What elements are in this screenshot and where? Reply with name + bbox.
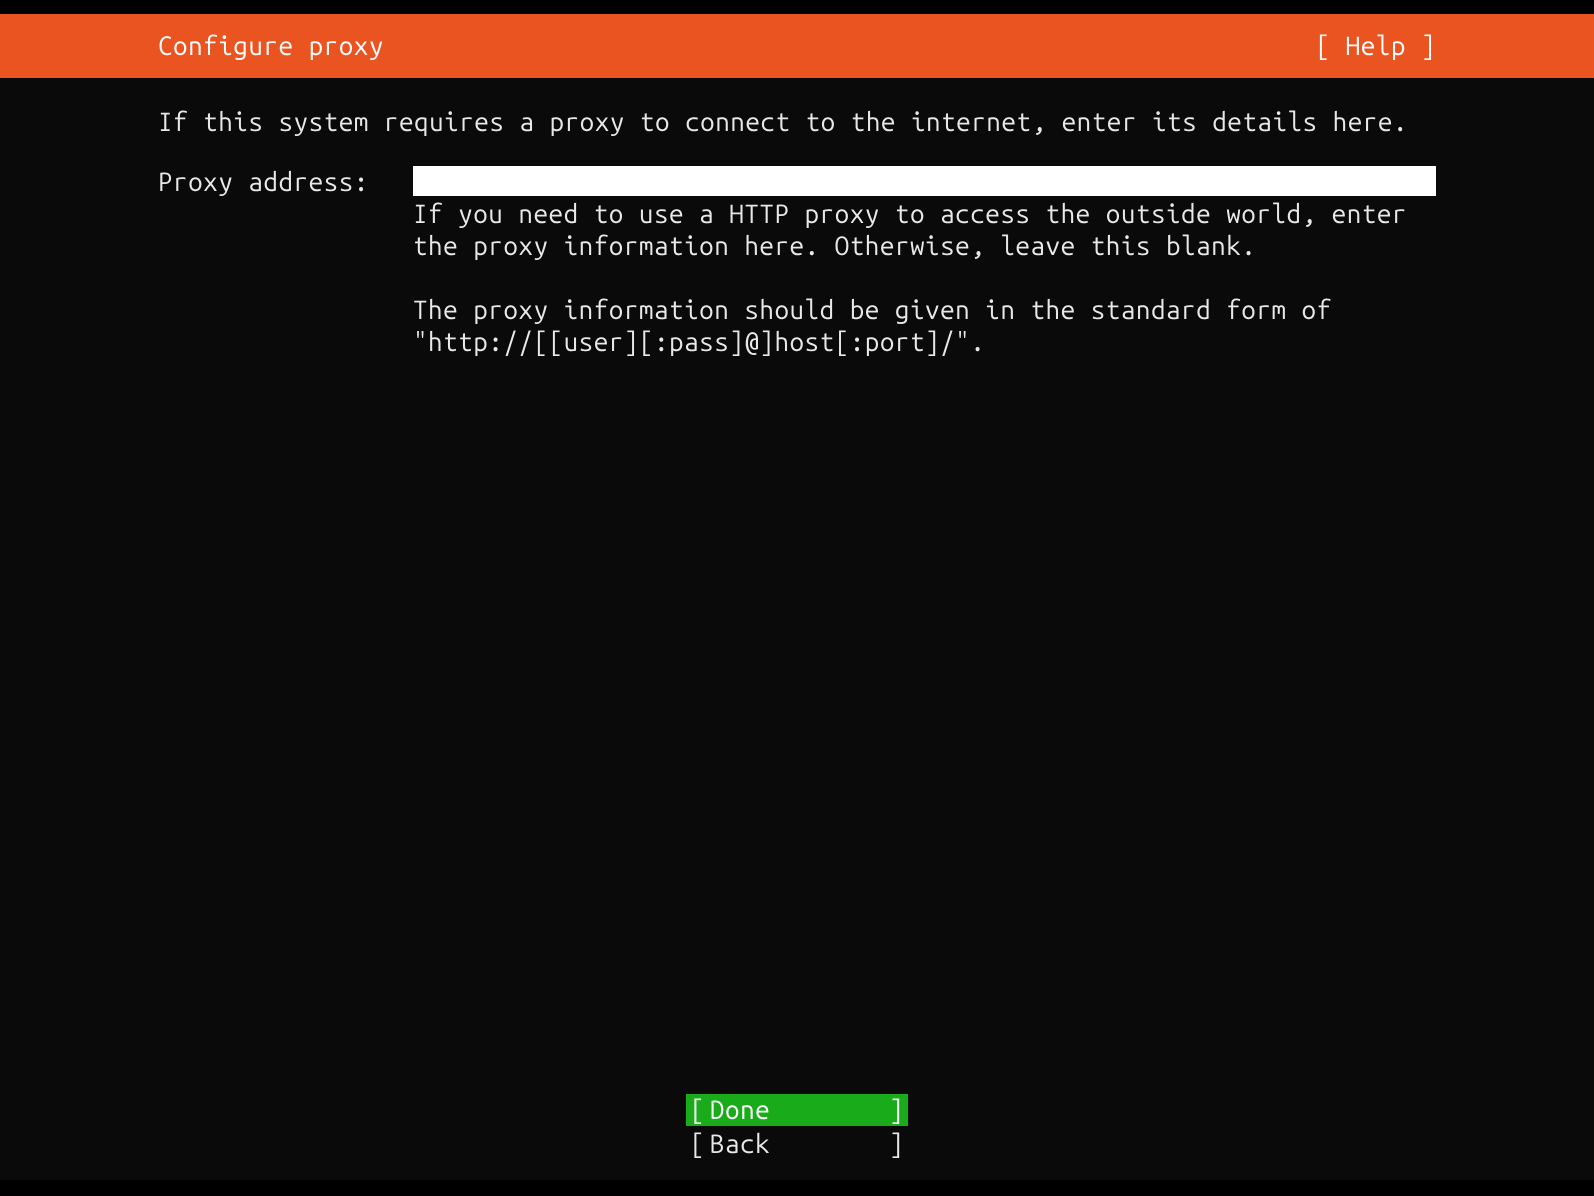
proxy-hint-line1: If you need to use a HTTP proxy to acces… — [413, 198, 1436, 262]
page-title: Configure proxy — [158, 30, 384, 62]
bottom-border — [0, 1180, 1594, 1196]
back-button-label: Back — [708, 1128, 886, 1160]
proxy-row: Proxy address: If you need to use a HTTP… — [158, 166, 1436, 358]
proxy-address-label: Proxy address: — [158, 166, 413, 198]
bracket-icon: ] — [886, 1128, 904, 1160]
main-content: If this system requires a proxy to conne… — [0, 78, 1594, 1180]
proxy-address-input[interactable] — [413, 166, 1436, 196]
intro-text: If this system requires a proxy to conne… — [158, 106, 1436, 138]
done-button-label: Done — [708, 1094, 886, 1126]
bracket-icon: ] — [886, 1094, 904, 1126]
top-border — [0, 0, 1594, 14]
help-button[interactable]: [ Help ] — [1316, 30, 1436, 62]
proxy-hint: If you need to use a HTTP proxy to acces… — [413, 198, 1436, 358]
done-button[interactable]: [ Done ] — [686, 1094, 908, 1126]
header-bar: Configure proxy [ Help ] — [0, 14, 1594, 78]
proxy-hint-line2: The proxy information should be given in… — [413, 294, 1436, 358]
bracket-icon: [ — [690, 1094, 708, 1126]
back-button[interactable]: [ Back ] — [686, 1128, 908, 1160]
footer-buttons: [ Done ] [ Back ] — [0, 1094, 1594, 1160]
bracket-icon: [ — [690, 1128, 708, 1160]
